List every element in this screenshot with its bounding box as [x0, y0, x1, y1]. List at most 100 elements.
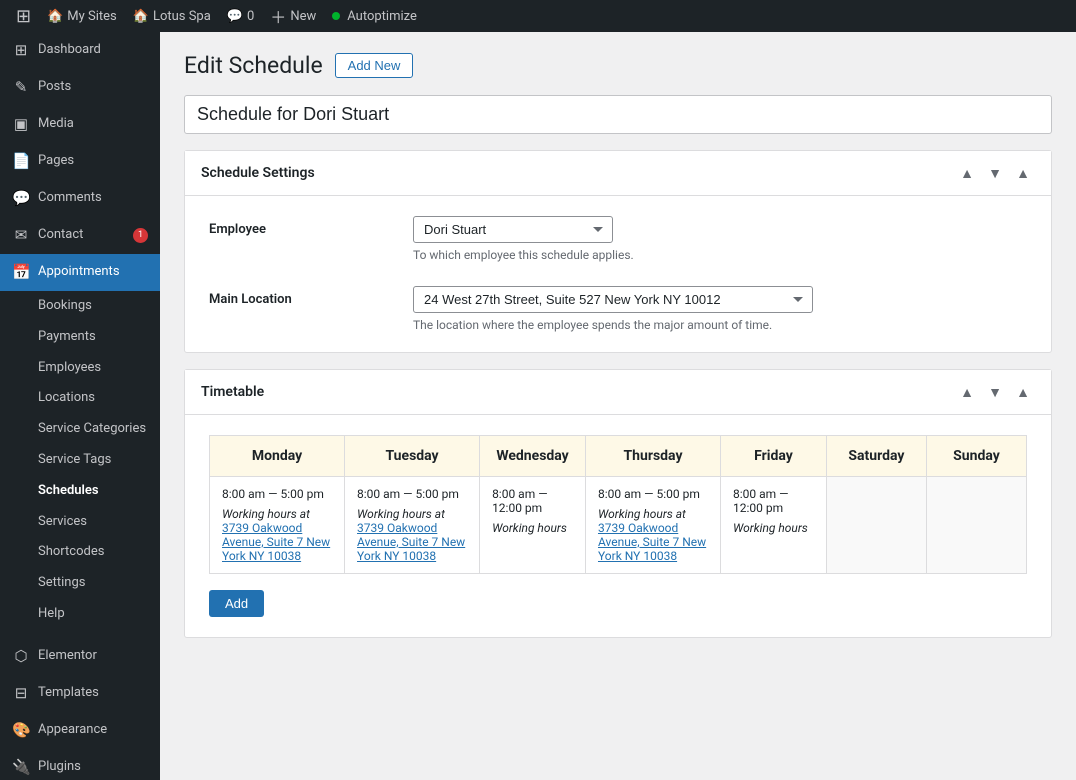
site-home-icon: 🏠 [133, 9, 149, 24]
timetable-collapse-up-btn[interactable]: ▲ [955, 380, 979, 404]
sidebar-item-appearance[interactable]: 🎨 Appearance [0, 712, 160, 749]
autoptimize-menu[interactable]: Autoptimize [324, 0, 425, 32]
sidebar-item-comments[interactable]: 💬 Comments [0, 180, 160, 217]
location-field: 24 West 27th Street, Suite 527 New York … [413, 286, 1027, 332]
sidebar-sub-employees[interactable]: Employees [0, 353, 160, 384]
posts-icon: ✎ [12, 77, 30, 98]
col-monday: Monday [210, 436, 345, 477]
page-header: Edit Schedule Add New [184, 52, 1052, 79]
sidebar-item-contact[interactable]: ✉ Contact 1 [0, 217, 160, 254]
col-thursday: Thursday [585, 436, 720, 477]
schedule-settings-header: Schedule Settings ▲ ▼ ▲ [185, 151, 1051, 196]
plugins-icon: 🔌 [12, 757, 30, 778]
wp-icon: ⊞ [16, 6, 31, 27]
sidebar-sub-locations[interactable]: Locations [0, 383, 160, 414]
sidebar-item-plugins[interactable]: 🔌 Plugins [0, 749, 160, 780]
schedule-settings-title: Schedule Settings [201, 165, 315, 181]
thursday-working: Working hours at [598, 507, 708, 521]
wednesday-time: 8:00 am — 12:00 pm [492, 487, 573, 515]
location-select[interactable]: 24 West 27th Street, Suite 527 New York … [413, 286, 813, 313]
sidebar-item-pages[interactable]: 📄 Pages [0, 143, 160, 180]
site-name[interactable]: 🏠 Lotus Spa [125, 0, 219, 32]
sidebar-sub-schedules[interactable]: Schedules [0, 476, 160, 507]
page-title: Edit Schedule [184, 52, 323, 79]
employee-select[interactable]: Dori Stuart [413, 216, 613, 243]
add-new-button[interactable]: Add New [335, 53, 414, 78]
autoptimize-dot [332, 12, 340, 20]
pages-icon: 📄 [12, 151, 30, 172]
sidebar-item-media[interactable]: ▣ Media [0, 106, 160, 143]
timetable-collapse-down-btn[interactable]: ▼ [983, 380, 1007, 404]
col-friday: Friday [721, 436, 827, 477]
tuesday-location-link[interactable]: 3739 Oakwood Avenue, Suite 7 New York NY… [357, 521, 465, 563]
timetable-expand-btn[interactable]: ▲ [1011, 380, 1035, 404]
timetable-body: Monday Tuesday Wednesday Thursday Friday… [185, 415, 1051, 637]
my-sites-menu[interactable]: 🏠 My Sites [39, 0, 125, 32]
col-saturday: Saturday [826, 436, 926, 477]
sidebar-item-appointments[interactable]: 📅 Appointments [0, 254, 160, 291]
employee-row: Employee Dori Stuart To which employee t… [209, 216, 1027, 262]
timetable-controls: ▲ ▼ ▲ [955, 380, 1035, 404]
sidebar-item-posts[interactable]: ✎ Posts [0, 69, 160, 106]
monday-time: 8:00 am — 5:00 pm [222, 487, 332, 501]
contact-badge: 1 [133, 228, 148, 243]
col-tuesday: Tuesday [345, 436, 480, 477]
sidebar-sub-service-tags[interactable]: Service Tags [0, 445, 160, 476]
saturday-cell[interactable] [826, 477, 926, 574]
friday-time: 8:00 am — 12:00 pm [733, 487, 814, 515]
sidebar-sub-help[interactable]: Help [0, 599, 160, 630]
timetable-row: 8:00 am — 5:00 pm Working hours at 3739 … [210, 477, 1027, 574]
thursday-cell[interactable]: 8:00 am — 5:00 pm Working hours at 3739 … [585, 477, 720, 574]
media-icon: ▣ [12, 114, 30, 135]
monday-cell[interactable]: 8:00 am — 5:00 pm Working hours at 3739 … [210, 477, 345, 574]
timetable-header-row: Monday Tuesday Wednesday Thursday Friday… [210, 436, 1027, 477]
sidebar-sub-shortcodes[interactable]: Shortcodes [0, 537, 160, 568]
friday-cell[interactable]: 8:00 am — 12:00 pm Working hours [721, 477, 827, 574]
home-icon: 🏠 [47, 9, 63, 24]
friday-working: Working hours [733, 521, 814, 535]
wp-logo[interactable]: ⊞ [8, 0, 39, 32]
employee-field: Dori Stuart To which employee this sched… [413, 216, 1027, 262]
wednesday-working: Working hours [492, 521, 573, 535]
sidebar-sub-payments[interactable]: Payments [0, 322, 160, 353]
dashboard-icon: ⊞ [12, 40, 30, 61]
location-label: Main Location [209, 286, 389, 307]
tuesday-cell[interactable]: 8:00 am — 5:00 pm Working hours at 3739 … [345, 477, 480, 574]
location-row: Main Location 24 West 27th Street, Suite… [209, 286, 1027, 332]
panel-expand-btn[interactable]: ▲ [1011, 161, 1035, 185]
sidebar-sub-bookings[interactable]: Bookings [0, 291, 160, 322]
schedule-name-input[interactable] [184, 95, 1052, 134]
schedule-settings-body: Employee Dori Stuart To which employee t… [185, 196, 1051, 352]
appointments-icon: 📅 [12, 262, 30, 283]
main-content: Edit Schedule Add New Schedule Settings … [160, 32, 1076, 780]
appearance-icon: 🎨 [12, 720, 30, 741]
new-content-menu[interactable]: ＋ New [262, 0, 324, 32]
sidebar: ⊞ Dashboard ✎ Posts ▣ Media 📄 Pages 💬 Co… [0, 32, 160, 780]
timetable-panel: Timetable ▲ ▼ ▲ Monday Tuesday Wednesday… [184, 369, 1052, 638]
sidebar-item-dashboard[interactable]: ⊞ Dashboard [0, 32, 160, 69]
col-wednesday: Wednesday [480, 436, 586, 477]
sidebar-sub-service-categories[interactable]: Service Categories [0, 414, 160, 445]
timetable-title: Timetable [201, 384, 264, 400]
panel-controls: ▲ ▼ ▲ [955, 161, 1035, 185]
panel-collapse-down-btn[interactable]: ▼ [983, 161, 1007, 185]
sunday-cell[interactable] [926, 477, 1026, 574]
tuesday-time: 8:00 am — 5:00 pm [357, 487, 467, 501]
plus-icon: ＋ [270, 4, 286, 28]
wednesday-cell[interactable]: 8:00 am — 12:00 pm Working hours [480, 477, 586, 574]
contact-icon: ✉ [12, 225, 30, 246]
monday-location-link[interactable]: 3739 Oakwood Avenue, Suite 7 New York NY… [222, 521, 330, 563]
comments-nav-icon: 💬 [12, 188, 30, 209]
comments-link[interactable]: 💬 0 [219, 0, 263, 32]
panel-collapse-up-btn[interactable]: ▲ [955, 161, 979, 185]
location-hint: The location where the employee spends t… [413, 318, 1027, 332]
timetable-header: Timetable ▲ ▼ ▲ [185, 370, 1051, 415]
sidebar-sub-services[interactable]: Services [0, 507, 160, 538]
thursday-location-link[interactable]: 3739 Oakwood Avenue, Suite 7 New York NY… [598, 521, 706, 563]
sidebar-item-templates[interactable]: ⊟ Templates [0, 675, 160, 712]
sidebar-item-elementor[interactable]: ⬡ Elementor [0, 638, 160, 675]
tuesday-working: Working hours at [357, 507, 467, 521]
sidebar-sub-settings[interactable]: Settings [0, 568, 160, 599]
add-timetable-button[interactable]: Add [209, 590, 264, 617]
employee-label: Employee [209, 216, 389, 237]
